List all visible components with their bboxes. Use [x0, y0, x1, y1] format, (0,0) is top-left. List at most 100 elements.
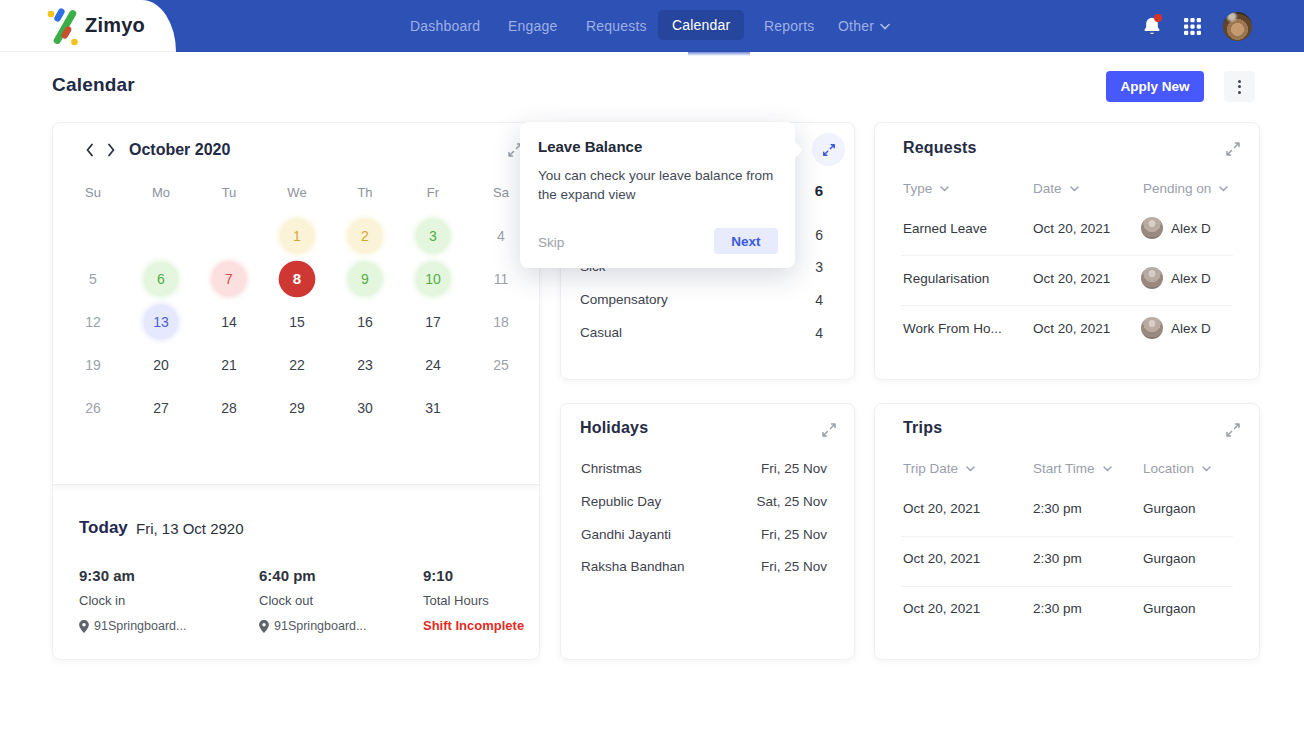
leave-expand-button[interactable]: [812, 133, 845, 166]
leave-balance-value: 6: [815, 182, 823, 199]
total-hours-value: 9:10: [423, 567, 453, 584]
calendar-day[interactable]: 14: [212, 305, 246, 339]
pending-on-name: Alex D: [1171, 321, 1211, 336]
requests-card: Requests Type Date Pending on Earned Lea…: [874, 122, 1260, 380]
requests-col-type[interactable]: Type: [903, 181, 949, 196]
trips-col-date[interactable]: Trip Date: [903, 461, 975, 476]
calendar-day[interactable]: 9: [348, 262, 382, 296]
requests-expand-icon[interactable]: [1225, 141, 1241, 157]
brand-name[interactable]: Zimyo: [85, 14, 145, 37]
calendar-day[interactable]: 27: [144, 391, 178, 425]
nav-item-calendar[interactable]: Calendar: [658, 10, 744, 40]
nav-active-indicator: [688, 52, 750, 56]
sort-chevron-icon: [966, 466, 975, 472]
calendar-day[interactable]: 1: [280, 219, 314, 253]
calendar-day[interactable]: 17: [416, 305, 450, 339]
calendar-day[interactable]: 10: [416, 262, 450, 296]
leave-expand-icon: [822, 143, 836, 157]
weekday-label: Su: [73, 185, 113, 200]
nav-items: Dashboard Engage Requests Calendar Repor…: [0, 0, 1304, 52]
calendar-day[interactable]: 31: [416, 391, 450, 425]
trips-col-location[interactable]: Location: [1143, 461, 1211, 476]
trips-col-time[interactable]: Start Time: [1033, 461, 1112, 476]
calendar-day[interactable]: 21: [212, 348, 246, 382]
calendar-day[interactable]: 23: [348, 348, 382, 382]
calendar-day[interactable]: 4: [484, 219, 518, 253]
row-divider: [901, 586, 1233, 587]
trip-location: Gurgaon: [1143, 551, 1196, 566]
calendar-day[interactable]: 16: [348, 305, 382, 339]
nav-item-other[interactable]: Other: [838, 18, 890, 34]
calendar-card: October 2020 SuMoTuWeThFrSa 123456789101…: [52, 122, 540, 660]
tour-skip-button[interactable]: Skip: [538, 235, 564, 250]
requests-title: Requests: [903, 139, 977, 157]
request-type: Earned Leave: [903, 221, 987, 236]
clock-out-label: Clock out: [259, 593, 313, 608]
holiday-date: Sat, 25 Nov: [756, 494, 827, 509]
calendar-day[interactable]: 2: [348, 219, 382, 253]
holiday-date: Fri, 25 Nov: [761, 527, 827, 542]
notifications-button[interactable]: [1142, 15, 1162, 37]
row-divider: [901, 305, 1233, 306]
leave-type-label: Compensatory: [580, 292, 668, 307]
nav-item-engage[interactable]: Engage: [508, 18, 557, 34]
prev-month-button[interactable]: [84, 142, 96, 158]
calendar-day[interactable]: 18: [484, 305, 518, 339]
calendar-day[interactable]: 3: [416, 219, 450, 253]
notification-dot: [1154, 14, 1162, 22]
calendar-day[interactable]: 20: [144, 348, 178, 382]
holidays-expand-icon[interactable]: [821, 422, 837, 438]
calendar-day[interactable]: 29: [280, 391, 314, 425]
today-label: Today: [79, 518, 128, 538]
col-label: Type: [903, 181, 932, 196]
requests-col-date[interactable]: Date: [1033, 181, 1079, 196]
next-month-button[interactable]: [105, 142, 117, 158]
row-divider: [901, 255, 1233, 256]
holiday-name: Republic Day: [581, 494, 661, 509]
weekday-label: We: [277, 185, 317, 200]
calendar-day[interactable]: 8: [279, 261, 316, 298]
calendar-day[interactable]: 5: [76, 262, 110, 296]
trip-time: 2:30 pm: [1033, 501, 1082, 516]
total-hours-label: Total Hours: [423, 593, 489, 608]
sort-chevron-icon: [1103, 466, 1112, 472]
apply-new-button[interactable]: Apply New: [1106, 71, 1204, 102]
trips-card: Trips Trip Date Start Time Location Oct …: [874, 403, 1260, 660]
calendar-day[interactable]: 6: [144, 262, 178, 296]
calendar-day[interactable]: 22: [280, 348, 314, 382]
calendar-day[interactable]: 7: [212, 262, 246, 296]
user-avatar[interactable]: [1223, 12, 1252, 41]
trip-location: Gurgaon: [1143, 601, 1196, 616]
weekday-label: Tu: [209, 185, 249, 200]
calendar-day[interactable]: 11: [484, 262, 518, 296]
trips-expand-icon[interactable]: [1225, 422, 1241, 438]
calendar-day[interactable]: 28: [212, 391, 246, 425]
clock-in-label: Clock in: [79, 593, 125, 608]
requests-col-pending[interactable]: Pending on: [1143, 181, 1228, 196]
leave-type-label: Casual: [580, 325, 622, 340]
pending-avatar: [1141, 317, 1163, 339]
tour-popup: Leave Balance You can check your leave b…: [520, 122, 795, 268]
calendar-day[interactable]: 12: [76, 305, 110, 339]
trip-time: 2:30 pm: [1033, 551, 1082, 566]
nav-item-dashboard[interactable]: Dashboard: [410, 18, 480, 34]
calendar-day[interactable]: 15: [280, 305, 314, 339]
month-label: October 2020: [129, 141, 230, 159]
nav-item-reports[interactable]: Reports: [764, 18, 814, 34]
col-label: Pending on: [1143, 181, 1211, 196]
calendar-day[interactable]: 30: [348, 391, 382, 425]
clock-out-time: 6:40 pm: [259, 567, 316, 584]
calendar-day[interactable]: 25: [484, 348, 518, 382]
pending-avatar: [1141, 267, 1163, 289]
calendar-day[interactable]: 26: [76, 391, 110, 425]
calendar-day[interactable]: 24: [416, 348, 450, 382]
nav-item-requests[interactable]: Requests: [586, 18, 647, 34]
calendar-day[interactable]: 13: [144, 305, 178, 339]
more-options-button[interactable]: [1224, 71, 1255, 102]
tour-next-button[interactable]: Next: [714, 228, 778, 254]
apps-grid-icon[interactable]: [1184, 18, 1201, 35]
today-date: Fri, 13 Oct 2920: [136, 520, 244, 537]
calendar-day[interactable]: 19: [76, 348, 110, 382]
leave-balance-value: 3: [815, 259, 823, 275]
holiday-date: Fri, 25 Nov: [761, 559, 827, 574]
